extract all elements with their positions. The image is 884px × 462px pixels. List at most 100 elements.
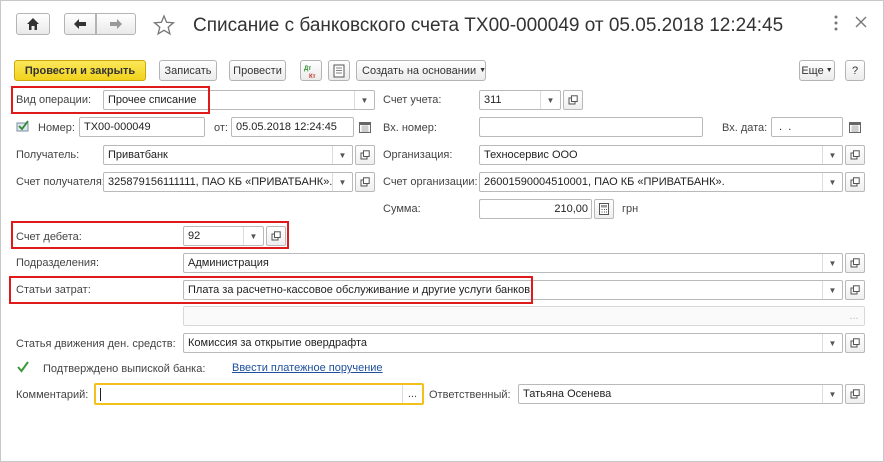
responsible-open-button[interactable] [845,384,865,404]
chevron-down-icon: ▼ [825,67,833,74]
recipient-account-field[interactable]: 325879156111111, ПАО КБ «ПРИВАТБАНК». ▼ [103,172,353,192]
chevron-down-icon[interactable]: ▼ [822,385,842,403]
dots-icon[interactable]: ... [402,385,422,403]
account-open-button[interactable] [563,90,583,110]
text-cursor [100,387,101,401]
incoming-date-value: . . [776,121,798,133]
chevron-down-icon[interactable]: ▼ [540,91,560,109]
close-icon [855,16,867,28]
confirmed-label: Подтверждено выпиской банка: [43,363,206,375]
calculator-button[interactable] [594,199,614,219]
department-open-button[interactable] [845,253,865,273]
account-field[interactable]: 311 ▼ [479,90,561,110]
home-icon [27,18,39,30]
incoming-number-field[interactable] [479,117,703,137]
recipient-account-label: Счет получателя: [16,176,105,188]
post-and-close-button[interactable]: Провести и закрыть [14,60,146,81]
back-button[interactable] [64,13,96,35]
help-button[interactable]: ? [845,60,865,81]
open-icon [360,177,370,187]
currency-label: грн [622,203,639,215]
dt-kt-icon: Дт Кт [304,66,316,79]
cost-item-open-button[interactable] [845,280,865,300]
document-icon [333,64,345,77]
create-based-on-button[interactable]: Создать на основании ▼ [356,60,486,81]
close-button[interactable] [855,16,867,31]
recipient-account-open-button[interactable] [355,172,375,192]
recipient-field[interactable]: Приватбанк ▼ [103,145,353,165]
open-icon [850,177,860,187]
recipient-value: Приватбанк [108,149,168,161]
checkmark-icon [17,361,29,373]
star-icon [152,14,176,36]
forward-button[interactable] [96,13,136,35]
save-button[interactable]: Записать [159,60,217,81]
chevron-down-icon[interactable]: ▼ [332,173,352,191]
dt-kt-button[interactable]: Дт Кт [300,60,322,81]
responsible-field[interactable]: Татьяна Осенева ▼ [518,384,843,404]
svg-text:Дт: Дт [304,66,311,72]
responsible-value: Татьяна Осенева [523,388,612,400]
recipient-label: Получатель: [16,149,80,161]
chevron-down-icon[interactable]: ▼ [822,254,842,272]
date-field[interactable]: 05.05.2018 12:24:45 [231,117,354,137]
arrow-left-icon [74,19,86,29]
amount-value: 210,00 [554,203,588,215]
more-button[interactable]: Еще ▼ [799,60,835,81]
highlight-cost-item [9,276,533,304]
chevron-down-icon[interactable]: ▼ [822,146,842,164]
open-icon [360,150,370,160]
cash-flow-item-open-button[interactable] [845,333,865,353]
chevron-down-icon[interactable]: ▼ [822,281,842,299]
organization-open-button[interactable] [845,145,865,165]
incoming-date-field[interactable]: . . [771,117,843,137]
organization-account-open-button[interactable] [845,172,865,192]
chevron-down-icon[interactable]: ▼ [822,334,842,352]
report-button[interactable] [328,60,350,81]
calendar-button[interactable] [845,117,865,137]
amount-label: Сумма: [383,203,421,215]
department-value: Администрация [188,257,269,269]
cash-flow-item-field[interactable]: Комиссия за открытие овердрафта ▼ [183,333,843,353]
chevron-down-icon[interactable]: ▼ [332,146,352,164]
organization-field[interactable]: Техносервис ООО ▼ [479,145,843,165]
open-icon [850,389,860,399]
responsible-label: Ответственный: [429,389,511,401]
open-icon [850,285,860,295]
date-label: от: [214,122,228,134]
svg-text:Кт: Кт [309,74,316,79]
favorite-button[interactable] [152,14,176,39]
vertical-dots-icon [834,15,838,31]
comment-field[interactable]: ... [94,383,424,405]
more-label: Еще [801,64,824,77]
incoming-date-label: Вх. дата: [722,122,768,134]
number-field[interactable]: ТХ00-000049 [79,117,205,137]
post-button[interactable]: Провести [229,60,286,81]
payment-order-link[interactable]: Ввести платежное поручение [232,362,383,374]
department-field[interactable]: Администрация ▼ [183,253,843,273]
chevron-down-icon: ▼ [479,67,487,74]
page-title: Списание с банковского счета ТХ00-000049… [193,15,784,36]
status-icon [16,120,30,135]
calendar-button[interactable] [355,117,375,137]
chevron-down-icon[interactable]: ▼ [354,91,374,109]
organization-account-value: 26001590004510001, ПАО КБ «ПРИВАТБАНК». [484,176,725,188]
recipient-open-button[interactable] [355,145,375,165]
calendar-icon [849,121,861,133]
amount-field[interactable]: 210,00 [479,199,592,219]
number-value: ТХ00-000049 [84,121,151,133]
recipient-account-value: 325879156111111, ПАО КБ «ПРИВАТБАНК». [108,176,332,188]
open-icon [850,338,860,348]
account-label: Счет учета: [383,94,442,106]
organization-account-field[interactable]: 26001590004510001, ПАО КБ «ПРИВАТБАНК». … [479,172,843,192]
window-menu-button[interactable] [833,14,839,35]
analytics-field: ... [183,306,865,326]
open-icon [850,150,860,160]
highlight-operation-type [11,86,210,114]
home-button[interactable] [16,13,50,35]
number-label: Номер: [38,122,75,134]
calendar-icon [359,121,371,133]
open-icon [850,258,860,268]
chevron-down-icon[interactable]: ▼ [822,173,842,191]
confirmed-checkbox[interactable] [16,360,30,377]
